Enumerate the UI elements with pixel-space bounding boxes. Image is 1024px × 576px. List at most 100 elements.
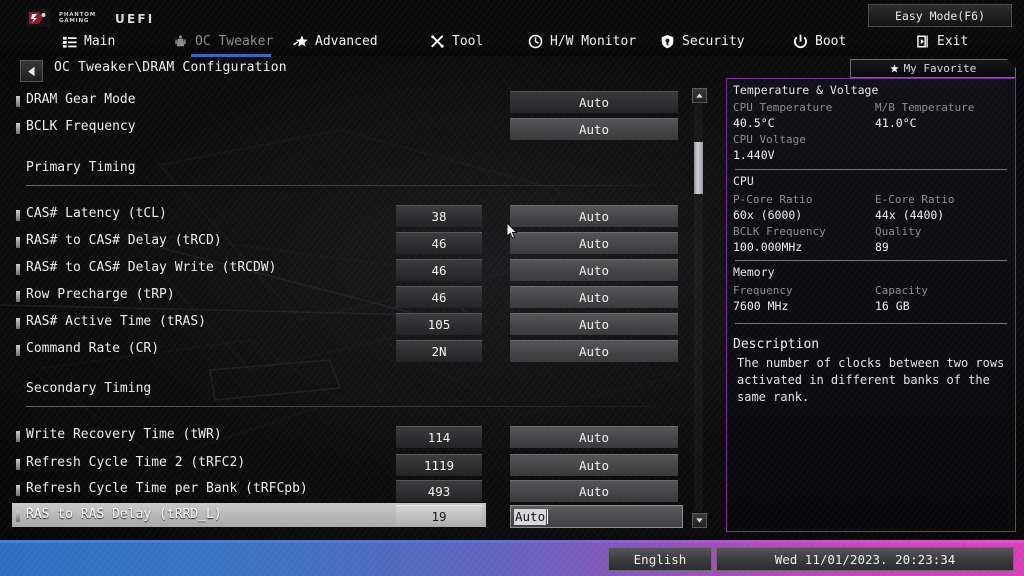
tab-boot[interactable]: Boot [793, 28, 846, 56]
uefi-label: UEFI [115, 12, 155, 26]
scroll-up-button[interactable] [692, 88, 707, 103]
uefi-setup-screen: PHANTOM GAMING UEFI Easy Mode(F6) Main O… [0, 0, 1024, 576]
tab-main-label: Main [84, 33, 116, 49]
status-bar: English Wed 11/01/2023. 20:23:34 [0, 540, 1024, 576]
value-dropdown[interactable]: Auto [510, 454, 678, 476]
value-dropdown[interactable]: Auto [510, 426, 678, 448]
list-item[interactable]: Refresh Cycle Time 2 (tRFC2) 1119 Auto [0, 451, 700, 477]
description-text: The number of clocks between two rows ac… [737, 356, 1005, 404]
clock-label: Wed 11/01/2023. 20:23:34 [774, 551, 956, 567]
list-scrollbar[interactable] [690, 88, 708, 528]
text-caret [547, 509, 549, 524]
value-dropdown-editing[interactable]: Auto [510, 505, 683, 528]
easy-mode-label: Easy Mode(F6) [894, 8, 985, 23]
item-label: Refresh Cycle Time per Bank (tRFCpb) [26, 481, 308, 496]
value-text: Auto [578, 317, 610, 332]
scrollbar-thumb[interactable] [694, 142, 703, 194]
status-bar-top-edge [0, 540, 1024, 543]
fav-corner-cut [1007, 59, 1016, 68]
memory-capacity-key: Capacity [875, 284, 928, 297]
value-number[interactable]: 46 [396, 286, 482, 308]
tab-exit[interactable]: Exit [915, 28, 968, 56]
value-dropdown[interactable]: Auto [510, 313, 678, 335]
easy-mode-button[interactable]: Easy Mode(F6) [868, 4, 1012, 27]
number-text: 493 [427, 484, 451, 499]
my-favorite-button[interactable]: My Favorite [850, 59, 1016, 78]
list-item[interactable]: Refresh Cycle Time per Bank (tRFCpb) 493… [0, 477, 700, 503]
tab-advanced[interactable]: Advanced [293, 28, 378, 56]
value-dropdown[interactable]: Auto [510, 232, 678, 254]
value-number[interactable]: 19 [396, 505, 482, 527]
item-label: Command Rate (CR) [26, 341, 160, 356]
value-number[interactable]: 46 [396, 259, 482, 281]
cpu-voltage-key: CPU Voltage [733, 133, 806, 146]
description-title: Description [733, 337, 820, 352]
tuner-icon [175, 34, 186, 46]
list-item[interactable]: Command Rate (CR) 2N Auto [0, 337, 700, 363]
value-number[interactable]: 1119 [396, 454, 482, 476]
info-temp-voltage-title: Temperature & Voltage [733, 83, 879, 97]
list-item[interactable]: RAS# to CAS# Delay Write (tRCDW) 46 Auto [0, 256, 700, 282]
item-label: RAS# to CAS# Delay (tRCD) [26, 233, 222, 248]
item-bullet-icon [16, 96, 20, 107]
list-item[interactable]: RAS# Active Time (tRAS) 105 Auto [0, 310, 700, 336]
item-label: BCLK Frequency [26, 119, 136, 134]
value-dropdown[interactable]: Auto [510, 340, 678, 362]
item-label: DRAM Gear Mode [26, 92, 136, 107]
breadcrumb: OC Tweaker\DRAM Configuration [54, 60, 287, 75]
quality-key: Quality [875, 225, 922, 238]
scroll-down-button[interactable] [692, 513, 707, 528]
list-item[interactable]: RAS# to CAS# Delay (tRCD) 46 Auto [0, 229, 700, 255]
tab-advanced-label: Advanced [315, 33, 378, 49]
tab-main[interactable]: Main [62, 28, 115, 56]
value-number[interactable]: 46 [396, 232, 482, 254]
list-item[interactable]: CAS# Latency (tCL) 38 Auto [0, 202, 700, 228]
value-dropdown[interactable]: Auto [510, 259, 678, 281]
tab-hw-monitor[interactable]: H/W Monitor [528, 28, 636, 56]
quality-value: 89 [875, 240, 889, 254]
section-heading-secondary: Secondary Timing [26, 381, 152, 396]
list-item[interactable]: Row Precharge (tRP) 46 Auto [0, 283, 700, 309]
value-number[interactable]: 38 [396, 205, 482, 227]
list-icon [62, 36, 77, 48]
exit-door-icon [917, 35, 928, 47]
language-label: English [633, 551, 687, 567]
header-bar: PHANTOM GAMING UEFI Easy Mode(F6) Main O… [0, 0, 1024, 57]
list-item[interactable]: BCLK Frequency Auto [0, 115, 700, 141]
number-text: 38 [431, 209, 447, 224]
memory-capacity-value: 16 GB [875, 299, 910, 313]
star-icon [889, 64, 899, 73]
info-divider [735, 260, 1007, 261]
value-text: Auto [578, 430, 610, 445]
brand-line-2: GAMING [59, 18, 90, 24]
main-navigation: Main OC Tweaker Advanced Tool H/W Monito… [0, 28, 1024, 57]
cpu-temperature-key: CPU Temperature [733, 101, 833, 114]
value-number[interactable]: 493 [396, 480, 482, 502]
item-bullet-icon [16, 264, 20, 275]
value-text: Auto [578, 484, 610, 499]
tab-tool[interactable]: Tool [430, 28, 483, 56]
list-item[interactable]: Write Recovery Time (tWR) 114 Auto [0, 423, 700, 449]
star-arrow-icon [293, 34, 308, 47]
shield-icon [661, 34, 674, 48]
clock-button[interactable]: Wed 11/01/2023. 20:23:34 [716, 547, 1014, 571]
value-dropdown[interactable]: Auto [510, 91, 678, 113]
value-number[interactable]: 105 [396, 313, 482, 335]
list-item-selected[interactable]: RAS to RAS Delay (tRRD_L) 19 Auto [0, 503, 700, 529]
gauge-icon [528, 34, 543, 48]
value-dropdown[interactable]: Auto [510, 118, 678, 140]
back-button[interactable] [20, 60, 43, 82]
tab-hw-monitor-label: H/W Monitor [550, 33, 637, 49]
value-number[interactable]: 114 [396, 426, 482, 448]
value-dropdown[interactable]: Auto [510, 205, 678, 227]
value-dropdown[interactable]: Auto [510, 480, 678, 502]
language-button[interactable]: English [608, 547, 712, 571]
tab-oc-tweaker[interactable]: OC Tweaker [173, 28, 274, 57]
list-item[interactable]: DRAM Gear Mode Auto [0, 88, 700, 114]
tab-security[interactable]: Security [660, 28, 745, 56]
cpu-temperature-value: 40.5°C [733, 116, 775, 130]
tab-oc-tweaker-label: OC Tweaker [195, 33, 274, 49]
value-dropdown[interactable]: Auto [510, 286, 678, 308]
info-memory-title: Memory [733, 265, 775, 279]
value-number[interactable]: 2N [396, 340, 482, 362]
